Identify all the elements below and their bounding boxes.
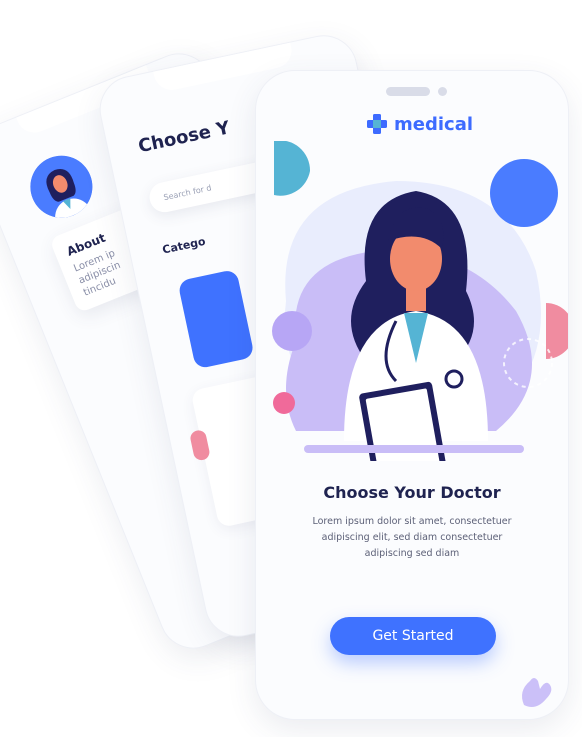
screen-title: Choose Your Doctor [323, 483, 501, 502]
hand-decor-icon [522, 678, 552, 707]
middle-title: Choose Y [136, 117, 232, 158]
brand-logo: medical [366, 113, 473, 135]
category-heading: Catego [161, 234, 207, 257]
medical-cross-icon [367, 114, 387, 134]
pink-accent [188, 428, 211, 462]
description-line: adipiscing sed diam [364, 548, 460, 559]
description-line: adipiscing elit, sed diam consectetuer [321, 532, 503, 543]
doctor-illustration [272, 141, 568, 461]
front-phone-screen: medical Choose Your Doctor Lorem ipsum d… [255, 70, 569, 720]
speaker-bar [386, 87, 430, 96]
category-card[interactable] [177, 268, 255, 370]
brand-name: medical [394, 113, 474, 135]
screen-description: Lorem ipsum dolor sit amet, consectetuer… [308, 514, 516, 562]
doctor-avatar-icon [30, 155, 93, 223]
description-line: Lorem ipsum dolor sit amet, consectetuer [312, 516, 512, 527]
doctor-avatar [21, 146, 102, 228]
get-started-button[interactable]: Get Started [330, 617, 496, 655]
camera-dot [438, 87, 447, 96]
